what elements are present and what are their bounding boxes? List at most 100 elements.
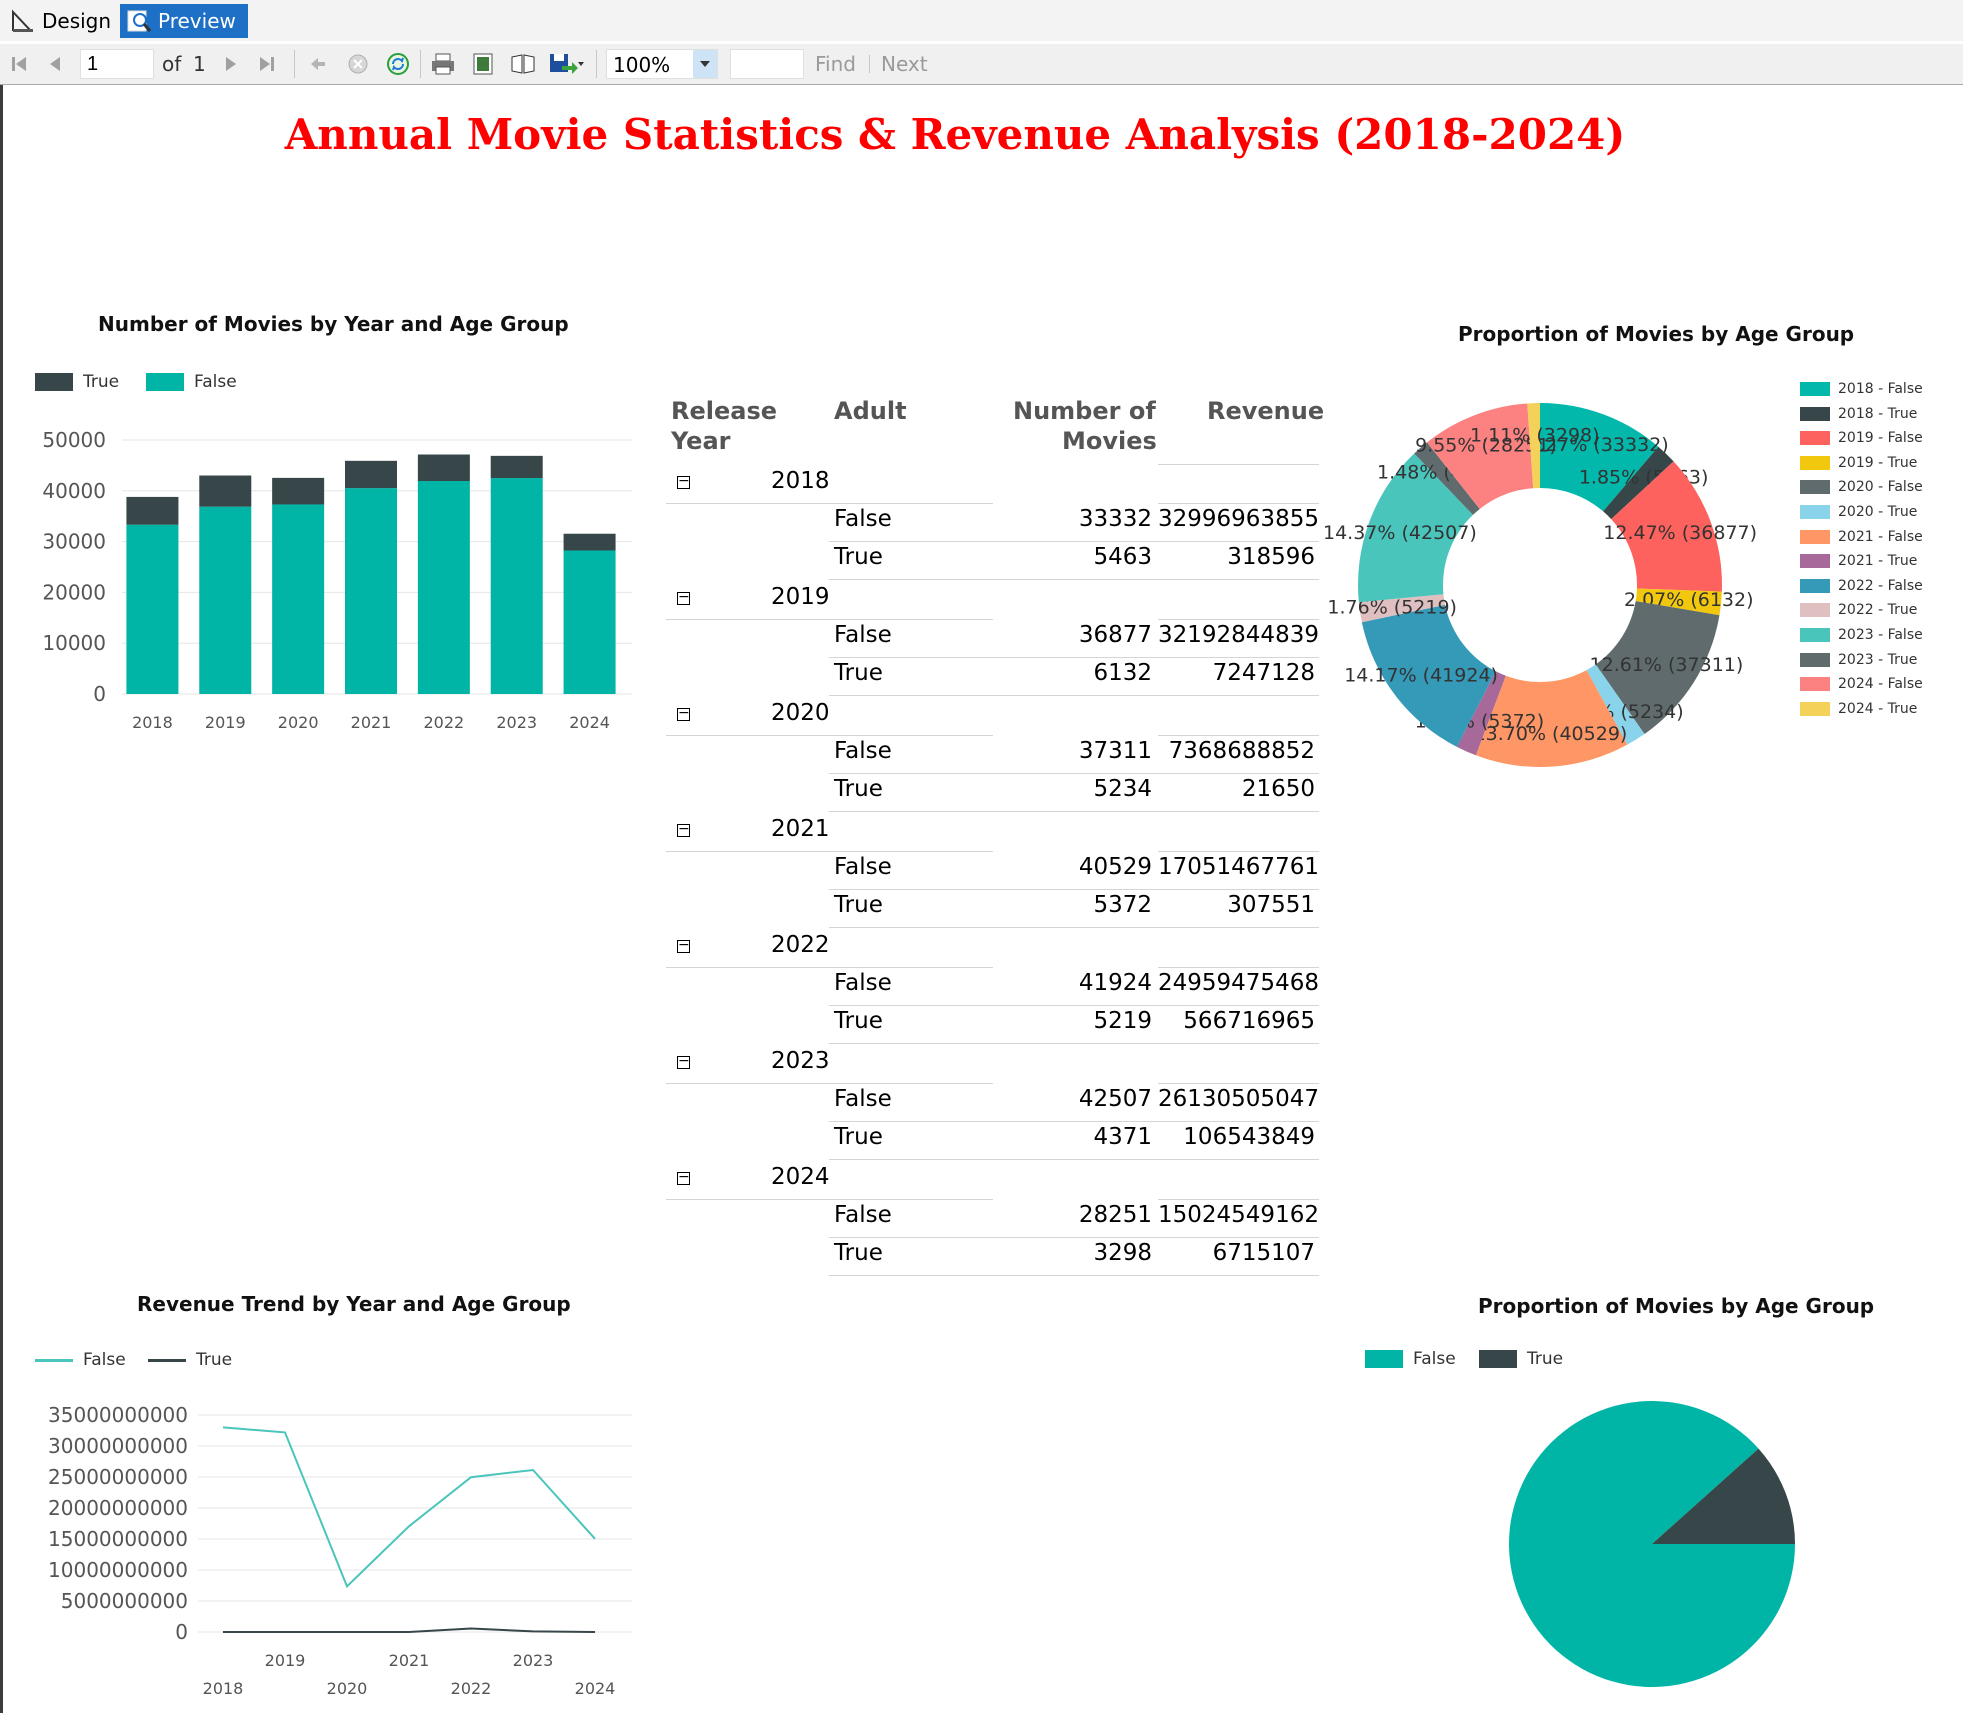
header-number-of-movies: Number of — [1013, 397, 1156, 425]
line-legend-false: False — [35, 1350, 126, 1370]
legend-label: False — [1413, 1349, 1456, 1369]
donut-legend-item: 2019 - False — [1800, 430, 1923, 446]
row-divider — [1158, 735, 1319, 736]
donut-legend-item: 2022 - True — [1800, 602, 1917, 618]
movies-cell: 5219 — [1093, 1008, 1152, 1034]
donut-legend-item: 2021 - False — [1800, 529, 1923, 545]
movies-cell: 5463 — [1093, 544, 1152, 570]
legend-swatch — [1479, 1350, 1517, 1368]
line-legend-true: True — [148, 1350, 232, 1370]
bar-legend-false: False — [146, 372, 237, 392]
legend-swatch — [1800, 529, 1830, 544]
collapse-toggle-2018[interactable]: − — [677, 474, 690, 489]
legend-swatch — [1800, 603, 1830, 618]
chevron-down-icon[interactable] — [693, 50, 717, 78]
year-cell-2021: 2021 — [771, 816, 830, 842]
donut-chart-title: Proportion of Movies by Age Group — [1458, 322, 1855, 346]
revenue-cell: 318596 — [1227, 544, 1315, 570]
previous-page-icon[interactable] — [42, 50, 68, 78]
row-divider — [666, 503, 993, 504]
next-page-icon[interactable] — [218, 50, 244, 78]
row-divider — [666, 619, 993, 620]
stop-icon[interactable] — [344, 50, 372, 78]
page-number-input[interactable] — [80, 49, 154, 79]
header-number-of-movies: Movies — [1062, 427, 1157, 455]
year-cell-2020: 2020 — [771, 700, 830, 726]
adult-cell: False — [834, 738, 892, 764]
adult-cell: False — [834, 622, 892, 648]
tab-bar: Design Preview — [0, 0, 1963, 41]
page-setup-icon[interactable] — [508, 50, 538, 78]
legend-label: 2024 - True — [1838, 700, 1918, 717]
row-divider — [1158, 967, 1319, 968]
revenue-cell: 26130505047 — [1158, 1086, 1319, 1112]
legend-label: 2020 - False — [1838, 479, 1923, 496]
legend-swatch — [146, 373, 184, 391]
line-chart-title: Revenue Trend by Year and Age Group — [137, 1292, 571, 1316]
year-cell-2024: 2024 — [771, 1164, 830, 1190]
legend-swatch — [1800, 505, 1830, 519]
donut-legend-item: 2024 - True — [1800, 701, 1917, 717]
revenue-cell: 7247128 — [1212, 660, 1315, 686]
revenue-cell: 21650 — [1241, 776, 1315, 802]
legend-swatch — [1800, 382, 1830, 396]
next-button[interactable]: Next — [881, 52, 928, 76]
adult-cell: True — [834, 1124, 883, 1150]
export-icon[interactable] — [546, 50, 586, 78]
collapse-toggle-2024[interactable]: − — [677, 1170, 690, 1185]
design-icon — [12, 9, 33, 32]
header-revenue: Revenue — [1207, 397, 1325, 425]
legend-label: False — [194, 372, 237, 392]
collapse-toggle-2023[interactable]: − — [677, 1054, 690, 1069]
collapse-toggle-2019[interactable]: − — [677, 590, 690, 605]
tab-design[interactable]: Design — [4, 4, 111, 38]
preview-icon — [127, 10, 152, 32]
legend-label: 2018 - True — [1838, 405, 1918, 422]
row-divider — [666, 851, 993, 852]
first-page-icon[interactable] — [6, 50, 32, 78]
legend-swatch — [1800, 652, 1830, 667]
adult-cell: False — [834, 970, 892, 996]
row-divider — [829, 1121, 1319, 1122]
adult-cell: True — [834, 544, 883, 570]
donut-legend-item: 2023 - False — [1800, 627, 1923, 643]
find-button[interactable]: Find — [815, 52, 856, 76]
pie-legend-true: True — [1479, 1349, 1563, 1369]
legend-swatch — [1800, 677, 1830, 692]
toolbar-separator — [294, 50, 295, 78]
donut-legend-item: 2020 - False — [1800, 479, 1923, 495]
report-title: Annual Movie Statistics & Revenue Analys… — [284, 110, 1626, 159]
collapse-toggle-2021[interactable]: − — [677, 822, 690, 837]
revenue-cell: 32996963855 — [1158, 506, 1319, 532]
row-divider — [829, 927, 1319, 928]
total-pages: 1 — [193, 52, 206, 76]
refresh-icon[interactable] — [384, 50, 412, 78]
row-divider — [666, 967, 993, 968]
row-divider — [829, 1043, 1319, 1044]
header-divider — [1158, 464, 1319, 465]
legend-label: 2019 - True — [1838, 454, 1918, 471]
back-icon[interactable] — [304, 50, 332, 78]
find-input[interactable] — [730, 49, 804, 79]
legend-label: 2021 - True — [1838, 553, 1918, 570]
of-label: of — [162, 52, 182, 76]
row-divider — [829, 773, 1319, 774]
donut-legend-item: 2019 - True — [1800, 455, 1917, 471]
adult-cell: True — [834, 1008, 883, 1034]
movies-cell: 5372 — [1093, 892, 1152, 918]
collapse-toggle-2020[interactable]: − — [677, 706, 690, 721]
donut-legend-item: 2020 - True — [1800, 504, 1917, 520]
legend-label: True — [1527, 1349, 1564, 1369]
adult-cell: False — [834, 1202, 892, 1228]
print-layout-icon[interactable] — [468, 50, 498, 78]
collapse-toggle-2022[interactable]: − — [677, 938, 690, 953]
revenue-cell: 106543849 — [1183, 1124, 1315, 1150]
row-divider — [829, 1005, 1319, 1006]
print-icon[interactable] — [428, 50, 458, 78]
tab-preview-label: Preview — [158, 9, 236, 33]
movies-cell: 40529 — [1078, 854, 1152, 880]
tab-preview[interactable]: Preview — [120, 4, 248, 38]
zoom-select[interactable]: 100% — [606, 49, 718, 79]
header-adult: Adult — [834, 397, 907, 425]
last-page-icon[interactable] — [254, 50, 280, 78]
